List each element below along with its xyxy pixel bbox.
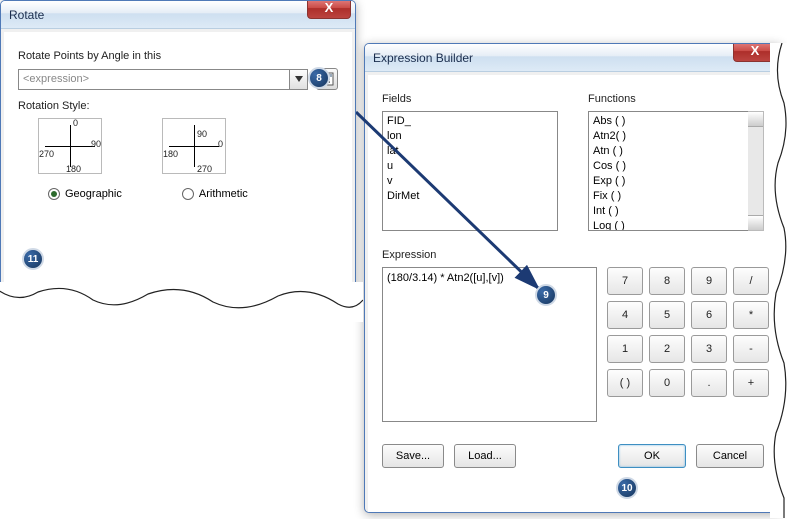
callout-badge-8: 8 xyxy=(308,67,330,89)
torn-edge-decor xyxy=(0,282,363,322)
close-icon: X xyxy=(325,0,334,15)
keypad-key[interactable]: 8 xyxy=(649,267,685,295)
expression-textarea[interactable]: (180/3.14) * Atn2([u],[v]) xyxy=(382,267,597,422)
keypad-key[interactable]: / xyxy=(733,267,769,295)
expression-builder-dialog: Expression Builder X Fields FID_lonlatuv… xyxy=(364,43,782,513)
list-item[interactable]: Fix ( ) xyxy=(593,189,745,204)
keypad-key[interactable]: 4 xyxy=(607,301,643,329)
close-icon: X xyxy=(751,43,760,58)
keypad-key[interactable]: - xyxy=(733,335,769,363)
radio-icon xyxy=(48,188,60,200)
keypad-key[interactable]: ( ) xyxy=(607,369,643,397)
list-item[interactable]: Abs ( ) xyxy=(593,114,745,129)
list-item[interactable]: Int ( ) xyxy=(593,204,745,219)
list-item[interactable]: lat xyxy=(387,144,553,159)
arithmetic-style-graphic: 90 0 270 180 xyxy=(162,118,226,174)
arithmetic-radio[interactable]: Arithmetic xyxy=(182,188,248,200)
list-item[interactable]: Atn2( ) xyxy=(593,129,745,144)
callout-badge-11: 11 xyxy=(22,248,44,270)
keypad-key[interactable]: 0 xyxy=(649,369,685,397)
save-button[interactable]: Save... xyxy=(382,444,444,468)
geographic-radio[interactable]: Geographic xyxy=(48,188,122,200)
list-item[interactable]: lon xyxy=(387,129,553,144)
keypad-key[interactable]: + xyxy=(733,369,769,397)
functions-label: Functions xyxy=(588,93,764,105)
radio-label: Geographic xyxy=(65,188,122,200)
callout-badge-9: 9 xyxy=(535,284,557,306)
list-item[interactable]: Exp ( ) xyxy=(593,174,745,189)
list-item[interactable]: DirMet xyxy=(387,189,553,204)
keypad: 789/ 456* 123- ( )0.+ xyxy=(607,267,769,422)
titlebar[interactable]: Expression Builder X xyxy=(365,44,781,72)
close-button[interactable]: X xyxy=(307,0,351,19)
keypad-key[interactable]: . xyxy=(691,369,727,397)
functions-listbox[interactable]: Abs ( )Atn2( )Atn ( )Cos ( )Exp ( )Fix (… xyxy=(588,111,764,231)
keypad-key[interactable]: 2 xyxy=(649,335,685,363)
load-button[interactable]: Load... xyxy=(454,444,516,468)
keypad-key[interactable]: 9 xyxy=(691,267,727,295)
keypad-key[interactable]: 3 xyxy=(691,335,727,363)
style-label: Rotation Style: xyxy=(18,100,338,112)
keypad-key[interactable]: * xyxy=(733,301,769,329)
keypad-key[interactable]: 5 xyxy=(649,301,685,329)
keypad-key[interactable]: 1 xyxy=(607,335,643,363)
dialog-title: Rotate xyxy=(9,8,44,22)
geographic-style-graphic: 0 90 180 270 xyxy=(38,118,102,174)
keypad-key[interactable]: 6 xyxy=(691,301,727,329)
radio-icon xyxy=(182,188,194,200)
list-item[interactable]: FID_ xyxy=(387,114,553,129)
fields-listbox[interactable]: FID_lonlatuvDirMet xyxy=(382,111,558,231)
list-item[interactable]: u xyxy=(387,159,553,174)
expression-combo[interactable] xyxy=(18,69,290,90)
scrollbar[interactable] xyxy=(748,111,764,231)
angle-label: Rotate Points by Angle in this xyxy=(18,50,338,62)
rotate-dialog: Rotate X Rotate Points by Angle in this … xyxy=(0,0,356,300)
chevron-down-icon xyxy=(295,76,303,82)
list-item[interactable]: Log ( ) xyxy=(593,219,745,231)
keypad-key[interactable]: 7 xyxy=(607,267,643,295)
callout-badge-10: 10 xyxy=(616,477,638,499)
radio-label: Arithmetic xyxy=(199,188,248,200)
combo-dropdown-button[interactable] xyxy=(290,69,308,90)
titlebar[interactable]: Rotate X xyxy=(1,1,355,29)
list-item[interactable]: Atn ( ) xyxy=(593,144,745,159)
list-item[interactable]: Cos ( ) xyxy=(593,159,745,174)
dialog-title: Expression Builder xyxy=(373,51,473,65)
torn-edge-decor xyxy=(770,43,787,518)
fields-label: Fields xyxy=(382,93,558,105)
ok-button[interactable]: OK xyxy=(618,444,686,468)
expression-label: Expression xyxy=(382,249,597,261)
list-item[interactable]: v xyxy=(387,174,553,189)
cancel-button[interactable]: Cancel xyxy=(696,444,764,468)
